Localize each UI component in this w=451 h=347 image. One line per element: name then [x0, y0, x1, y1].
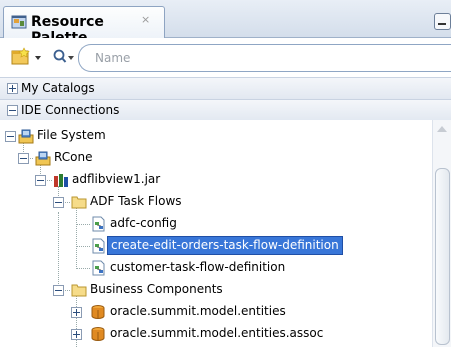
section-label: My Catalogs [21, 81, 95, 95]
tree-item-adfc-config[interactable]: adfc-config [0, 213, 432, 235]
tree-item-label: oracle.summit.model.entities.assoc [110, 326, 324, 340]
resource-palette-icon [11, 15, 27, 29]
collapse-icon[interactable] [18, 153, 29, 164]
folder-icon [71, 196, 87, 209]
search-field[interactable] [78, 44, 451, 72]
connections-tree: File System RCone adflibview1.jar ADF Ta… [0, 120, 432, 347]
tree-item-label: File System [37, 128, 106, 142]
tree-item-label: adfc-config [110, 216, 177, 230]
expand-icon[interactable] [71, 307, 82, 318]
tree-item-entities-assoc[interactable]: oracle.summit.model.entities.assoc [0, 323, 432, 345]
collapse-icon[interactable] [35, 175, 46, 186]
tab-close-icon[interactable]: × [141, 13, 150, 26]
expand-icon[interactable] [71, 329, 82, 340]
tree-item-rcone[interactable]: RCone [0, 147, 432, 169]
tree-item-label: RCone [54, 150, 93, 164]
task-flow-file-icon [92, 216, 105, 232]
search-icon[interactable] [52, 48, 78, 66]
minimize-icon[interactable] [434, 13, 451, 30]
task-flow-file-icon [92, 238, 105, 254]
folder-icon [71, 284, 87, 297]
collapse-icon[interactable] [53, 197, 64, 208]
task-flow-file-icon [92, 260, 105, 276]
expand-icon[interactable] [7, 83, 18, 94]
tab-resource-palette[interactable]: Resource Palette × [3, 6, 165, 46]
tree-item-label: customer-task-flow-definition [110, 260, 286, 274]
tree-item-jar[interactable]: adflibview1.jar [0, 169, 432, 191]
new-catalog-button[interactable] [10, 47, 46, 67]
tree-item-label: adflibview1.jar [72, 172, 161, 186]
vertical-scrollbar[interactable] [432, 120, 451, 347]
search-input[interactable] [93, 48, 437, 68]
tree-item-adf-task-flows[interactable]: ADF Task Flows [0, 191, 432, 213]
scroll-thumb[interactable] [435, 168, 450, 345]
tree-item-file-system[interactable]: File System [0, 125, 432, 147]
tree-item-create-edit-orders[interactable]: create-edit-orders-task-flow-definition [0, 235, 432, 257]
resource-palette-panel: Resource Palette × My Catalogs IDE Conne… [0, 0, 451, 347]
section-my-catalogs[interactable]: My Catalogs [0, 77, 451, 100]
tree-item-label: create-edit-orders-task-flow-definition [107, 236, 343, 255]
tree-item-entities[interactable]: oracle.summit.model.entities [0, 301, 432, 323]
package-icon [91, 305, 105, 319]
section-label: IDE Connections [21, 103, 120, 117]
tree-item-label: oracle.summit.model.entities [110, 304, 286, 318]
collapse-icon[interactable] [53, 285, 64, 296]
collapse-icon[interactable] [7, 105, 18, 116]
collapse-icon[interactable] [5, 131, 16, 142]
package-icon [91, 327, 105, 341]
tree-item-label: ADF Task Flows [90, 194, 182, 208]
file-system-connection-icon [35, 151, 51, 166]
section-ide-connections[interactable]: IDE Connections [0, 99, 451, 122]
tree-item-business-components[interactable]: Business Components [0, 279, 432, 301]
jar-file-icon [54, 174, 68, 187]
panel-tab-bar: Resource Palette × [0, 0, 451, 46]
file-system-icon [18, 129, 34, 144]
scroll-up-icon[interactable] [437, 126, 447, 132]
palette-toolbar [0, 38, 451, 76]
tree-item-customer-task-flow[interactable]: customer-task-flow-definition [0, 257, 432, 279]
tree-item-label: Business Components [90, 282, 223, 296]
